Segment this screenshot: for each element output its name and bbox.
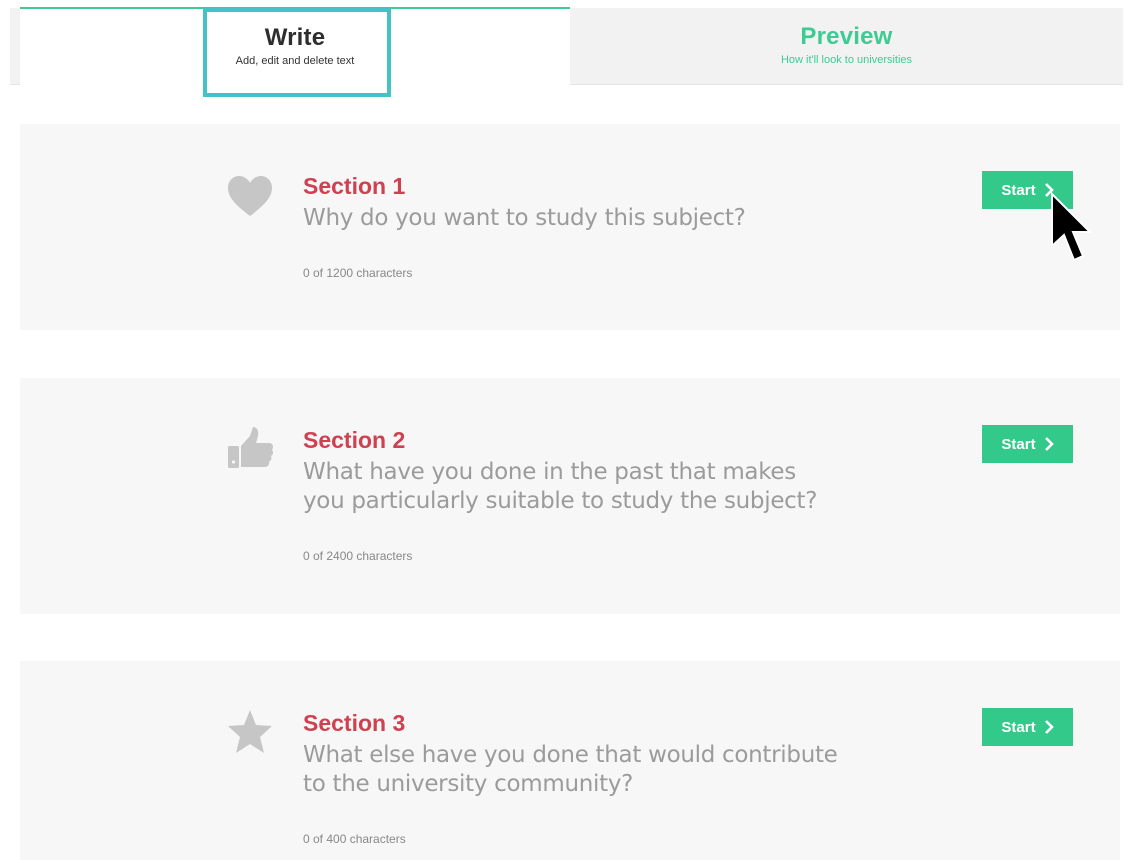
chevron-right-icon — [1044, 437, 1054, 451]
section-card-1: Section 1 Why do you want to study this … — [20, 124, 1120, 330]
section-card-2: Section 2 What have you done in the past… — [20, 378, 1120, 614]
section-question: Why do you want to study this subject? — [303, 205, 746, 231]
chevron-right-icon — [1044, 720, 1054, 734]
tab-write[interactable]: Write Add, edit and delete text — [20, 7, 570, 86]
section-heading: Section 2 — [303, 427, 406, 453]
tab-write-title: Write — [264, 24, 326, 51]
character-count: 0 of 2400 characters — [303, 549, 413, 563]
tab-preview-title: Preview — [800, 23, 893, 50]
tab-bar: Write Add, edit and delete text Preview … — [10, 7, 1123, 86]
section-heading: Section 3 — [303, 710, 406, 736]
section-question: What else have you done that would contr… — [303, 742, 838, 797]
section-heading: Section 1 — [303, 173, 406, 199]
start-button-label: Start — [1001, 181, 1036, 199]
character-count: 0 of 1200 characters — [303, 266, 413, 280]
tab-preview[interactable]: Preview How it'll look to universities — [570, 8, 1123, 84]
star-icon — [228, 710, 272, 753]
start-button-label: Start — [1001, 435, 1036, 453]
start-button[interactable]: Start — [982, 425, 1073, 463]
start-button[interactable]: Start — [982, 171, 1073, 209]
section-question: What have you done in the past that make… — [303, 459, 818, 514]
tab-write-subtitle: Add, edit and delete text — [235, 55, 355, 67]
start-button[interactable]: Start — [982, 708, 1073, 746]
start-button-label: Start — [1001, 718, 1036, 736]
heart-icon — [228, 176, 272, 216]
thumbs-up-icon — [228, 427, 274, 468]
section-card-3: Section 3 What else have you done that w… — [20, 661, 1120, 860]
tab-preview-subtitle: How it'll look to universities — [780, 54, 913, 66]
character-count: 0 of 400 characters — [303, 832, 406, 846]
chevron-right-icon — [1044, 183, 1054, 197]
